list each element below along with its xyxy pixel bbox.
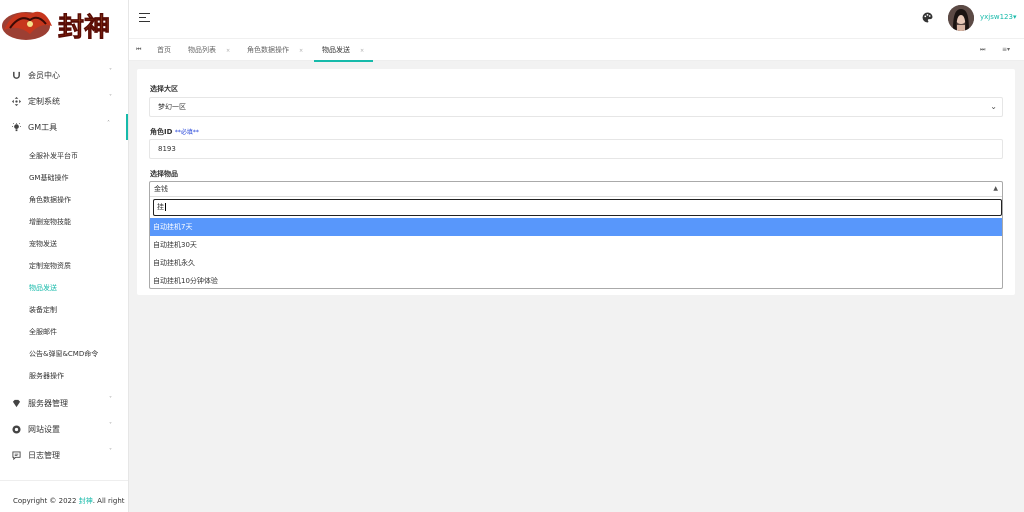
top-header: yxjsw123▾ xyxy=(129,0,1024,38)
copyright-footer: Copyright © 2022 封神. All right xyxy=(13,496,125,506)
tab-item-send[interactable]: 物品发送 × xyxy=(314,39,373,62)
chevron-down-icon: ⌄ xyxy=(990,102,997,111)
sub-item-pet-send[interactable]: 宠物发送 xyxy=(29,237,57,251)
tab-next-icon[interactable]: ⏭ xyxy=(980,39,985,61)
tab-item-list[interactable]: 物品列表 × xyxy=(188,39,230,61)
avatar[interactable] xyxy=(948,5,974,31)
menu-label: GM工具 xyxy=(28,122,58,132)
menu-label: 日志管理 xyxy=(28,450,60,460)
tab-label: 角色数据操作 xyxy=(247,46,289,54)
role-id-input[interactable]: 8193 xyxy=(149,139,1003,159)
tab-bar: ⏮ 首页 物品列表 × 角色数据操作 × 物品发送 × ⏭ ≡▾ xyxy=(129,38,1024,62)
menu-label: 会员中心 xyxy=(28,70,60,80)
sub-item-gm-basic[interactable]: GM基础操作 xyxy=(29,171,68,185)
item-select-dropdown[interactable]: 金钱 ▲ 挂 自动挂机7天 自动挂机30天 自动挂机永久 自动挂机10分钟体验 xyxy=(149,181,1003,289)
option-item[interactable]: 自动挂机10分钟体验 xyxy=(150,272,1002,290)
search-value: 挂 xyxy=(157,203,164,211)
footer-prefix: Copyright © 2022 xyxy=(13,497,79,505)
sub-item-notice-cmd[interactable]: 公告&弹窗&CMD命令 xyxy=(29,347,98,361)
tab-role-data[interactable]: 角色数据操作 × xyxy=(247,39,303,61)
move-icon xyxy=(11,96,21,106)
close-icon[interactable]: × xyxy=(299,48,303,54)
role-id-label: 角色ID **必填** xyxy=(150,127,199,137)
sub-item-role-data[interactable]: 角色数据操作 xyxy=(29,193,71,207)
tab-label: 物品发送 xyxy=(322,46,350,54)
tab-prev-icon[interactable]: ⏮ xyxy=(136,39,141,61)
chevron-down-icon: ˅ xyxy=(109,448,112,455)
item-selected-value: 金钱 xyxy=(154,185,168,193)
tab-label: 首页 xyxy=(157,46,171,54)
chevron-down-icon: ˅ xyxy=(109,422,112,429)
username-label: yxjsw123 xyxy=(980,13,1013,21)
sub-item-pet-skills[interactable]: 增删宠物技能 xyxy=(29,215,71,229)
region-select[interactable]: 梦幻一区 ⌄ xyxy=(149,97,1003,117)
chrome-icon xyxy=(11,424,21,434)
tab-menu-icon[interactable]: ≡▾ xyxy=(1002,39,1010,61)
bulb-icon xyxy=(11,122,21,132)
sub-item-server-mail[interactable]: 全服邮件 xyxy=(29,325,57,339)
menu-custom-system[interactable]: 定制系统 ˅ xyxy=(0,88,128,114)
sub-item-item-send[interactable]: 物品发送 xyxy=(29,281,57,295)
option-item[interactable]: 自动挂机7天 xyxy=(150,218,1002,236)
tab-home[interactable]: 首页 xyxy=(157,39,171,61)
svg-text:封神: 封神 xyxy=(58,13,110,43)
sub-item-pet-aptitude[interactable]: 定制宠物资质 xyxy=(29,259,71,273)
chevron-down-icon: ˅ xyxy=(109,396,112,403)
caret-down-icon: ▾ xyxy=(1012,13,1017,21)
chevron-up-icon: ˄ xyxy=(107,120,110,127)
menu-site-settings[interactable]: 网站设置 ˅ xyxy=(0,416,128,442)
diamond-icon xyxy=(11,399,21,408)
menu-label: 网站设置 xyxy=(28,424,60,434)
region-value: 梦幻一区 xyxy=(158,103,186,111)
logo[interactable]: 封神 xyxy=(0,0,129,56)
role-id-label-text: 角色ID xyxy=(150,128,173,136)
palette-icon[interactable] xyxy=(922,12,933,23)
footer-brand-link[interactable]: 封神 xyxy=(79,497,93,505)
item-send-form: 选择大区 梦幻一区 ⌄ 角色ID **必填** 8193 选择物品 金钱 ▲ 挂… xyxy=(137,69,1015,295)
user-menu[interactable]: yxjsw123▾ xyxy=(980,13,1016,21)
menu-member-center[interactable]: 会员中心 ˅ xyxy=(0,62,128,88)
required-note: **必填** xyxy=(174,129,199,136)
role-id-value: 8193 xyxy=(158,145,176,153)
divider xyxy=(0,480,128,481)
menu-toggle-icon[interactable] xyxy=(139,13,150,23)
option-item[interactable]: 自动挂机永久 xyxy=(150,254,1002,272)
menu-server-management[interactable]: 服务器管理 ˅ xyxy=(0,390,128,416)
menu-label: 定制系统 xyxy=(28,96,60,106)
menu-gm-tools[interactable]: GM工具 ˄ xyxy=(0,114,128,140)
chevron-down-icon: ˅ xyxy=(109,94,112,101)
sub-item-server-ops[interactable]: 服务器操作 xyxy=(29,369,64,383)
close-icon[interactable]: × xyxy=(226,48,230,54)
tab-label: 物品列表 xyxy=(188,46,216,54)
sidebar: 封神 会员中心 ˅ 定制系统 ˅ GM工具 ˄ 全服补发平台币 GM基础操作 角… xyxy=(0,0,129,512)
sub-item-platform-coin[interactable]: 全服补发平台币 xyxy=(29,149,78,163)
item-select[interactable]: 金钱 ▲ xyxy=(150,182,1002,197)
sub-item-equip-custom[interactable]: 装备定制 xyxy=(29,303,57,317)
menu-log-management[interactable]: 日志管理 ˅ xyxy=(0,442,128,468)
option-item[interactable]: 自动挂机30天 xyxy=(150,236,1002,254)
menu-label: 服务器管理 xyxy=(28,398,68,408)
item-search-input[interactable]: 挂 xyxy=(153,199,1002,216)
message-icon xyxy=(11,450,21,460)
caret-up-icon: ▲ xyxy=(993,185,998,192)
logo-image: 封神 xyxy=(2,11,110,43)
region-label: 选择大区 xyxy=(150,85,178,93)
close-icon[interactable]: × xyxy=(360,48,364,54)
footer-suffix: . All right xyxy=(92,497,125,505)
chevron-down-icon: ˅ xyxy=(109,68,112,75)
item-label: 选择物品 xyxy=(150,170,178,178)
magnet-icon xyxy=(11,71,21,80)
